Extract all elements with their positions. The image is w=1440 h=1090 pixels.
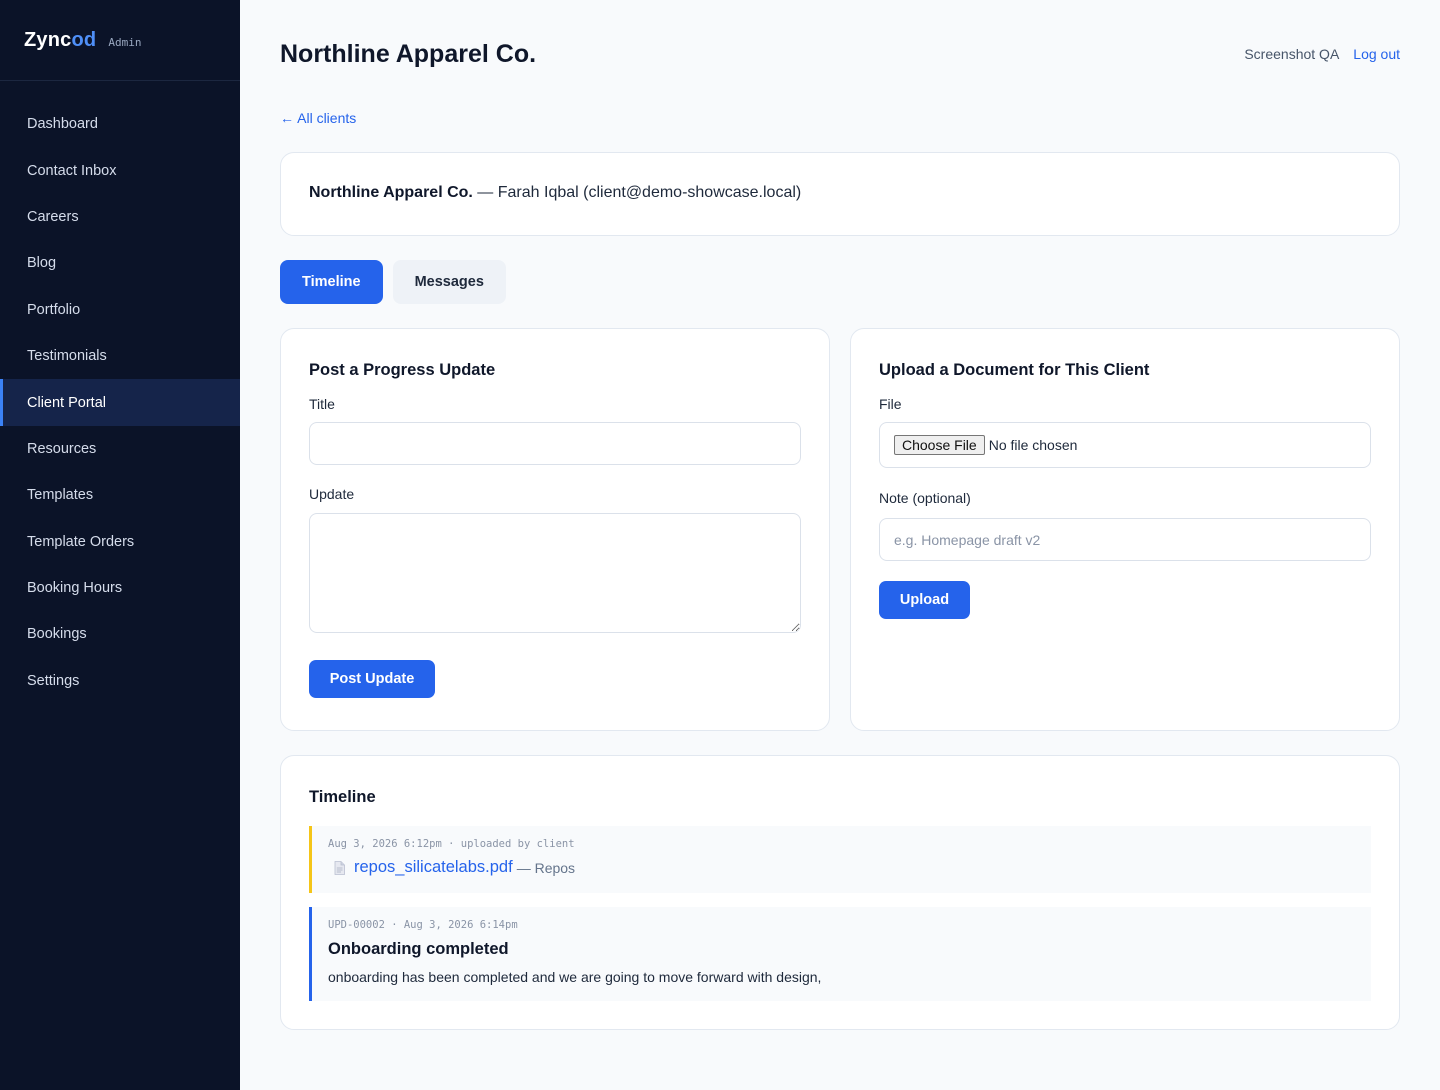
- timeline-document-entry: Aug 3, 2026 6:12pm · uploaded by client …: [309, 826, 1371, 893]
- sidebar-item-client-portal[interactable]: Client Portal: [0, 379, 240, 426]
- update-body-textarea[interactable]: [309, 513, 801, 633]
- file-input[interactable]: Choose File No file chosen: [879, 422, 1371, 468]
- upload-document-title: Upload a Document for This Client: [879, 361, 1150, 379]
- sidebar-item-careers[interactable]: Careers: [0, 194, 240, 240]
- file-status: No file chosen: [988, 437, 1078, 453]
- brand-logo[interactable]: Zyncod: [24, 29, 96, 52]
- title-label: Title: [309, 396, 335, 412]
- sidebar: Zyncod Admin Dashboard Contact Inbox Car…: [0, 0, 240, 1090]
- update-meta: UPD-00002 · Aug 3, 2026 6:14pm: [328, 919, 518, 931]
- document-icon: [334, 860, 345, 875]
- document-note: — Repos: [516, 859, 576, 876]
- sidebar-item-contact-inbox[interactable]: Contact Inbox: [0, 147, 240, 193]
- header-user-area: Screenshot QA Log out: [1244, 46, 1400, 62]
- sidebar-item-blog[interactable]: Blog: [0, 240, 240, 286]
- progress-update-title: Post a Progress Update: [309, 361, 496, 379]
- timeline-title: Timeline: [309, 788, 376, 806]
- sidebar-item-bookings[interactable]: Bookings: [0, 611, 240, 657]
- timeline-update-entry: UPD-00002 · Aug 3, 2026 6:14pm Onboardin…: [309, 907, 1371, 1001]
- choose-file-button[interactable]: Choose File: [894, 435, 985, 455]
- logout-link[interactable]: Log out: [1353, 46, 1400, 62]
- file-label: File: [879, 396, 902, 412]
- sidebar-item-resources[interactable]: Resources: [0, 426, 240, 472]
- brand: Zyncod Admin: [0, 0, 240, 81]
- update-title: Onboarding completed: [328, 940, 509, 958]
- back-to-clients-link[interactable]: ← All clients: [280, 110, 356, 126]
- note-input[interactable]: [879, 518, 1371, 561]
- client-summary-card: Northline Apparel Co. — Farah Iqbal (cli…: [280, 152, 1400, 236]
- sidebar-item-booking-hours[interactable]: Booking Hours: [0, 565, 240, 611]
- sidebar-item-testimonials[interactable]: Testimonials: [0, 333, 240, 379]
- sidebar-item-template-orders[interactable]: Template Orders: [0, 519, 240, 565]
- upload-button[interactable]: Upload: [879, 581, 970, 619]
- sidebar-nav: Dashboard Contact Inbox Careers Blog Por…: [0, 81, 240, 704]
- sidebar-item-settings[interactable]: Settings: [0, 658, 240, 704]
- update-label: Update: [309, 486, 355, 502]
- tab-bar: Timeline Messages: [280, 260, 506, 304]
- tab-timeline[interactable]: Timeline: [280, 260, 383, 304]
- brand-tag: Admin: [108, 35, 142, 49]
- timeline-panel: Timeline Aug 3, 2026 6:12pm · uploaded b…: [280, 755, 1400, 1030]
- page-title: Northline Apparel Co.: [280, 40, 537, 68]
- document-meta: Aug 3, 2026 6:12pm · uploaded by client: [328, 838, 575, 850]
- sidebar-item-templates[interactable]: Templates: [0, 472, 240, 518]
- sidebar-item-dashboard[interactable]: Dashboard: [0, 101, 240, 147]
- update-title-input[interactable]: [309, 422, 801, 465]
- client-details: — Farah Iqbal (client@demo-showcase.loca…: [472, 184, 802, 201]
- progress-update-panel: Post a Progress Update Title Update Post…: [280, 328, 830, 731]
- tab-messages[interactable]: Messages: [392, 260, 506, 304]
- client-name: Northline Apparel Co.: [309, 184, 473, 201]
- sidebar-item-portfolio[interactable]: Portfolio: [0, 287, 240, 333]
- note-label: Note (optional): [879, 490, 971, 506]
- post-update-button[interactable]: Post Update: [309, 660, 435, 698]
- update-body: onboarding has been completed and we are…: [328, 969, 822, 985]
- user-name: Screenshot QA: [1244, 46, 1340, 62]
- document-link[interactable]: repos_silicatelabs.pdf: [354, 858, 513, 877]
- upload-document-panel: Upload a Document for This Client File C…: [850, 328, 1400, 731]
